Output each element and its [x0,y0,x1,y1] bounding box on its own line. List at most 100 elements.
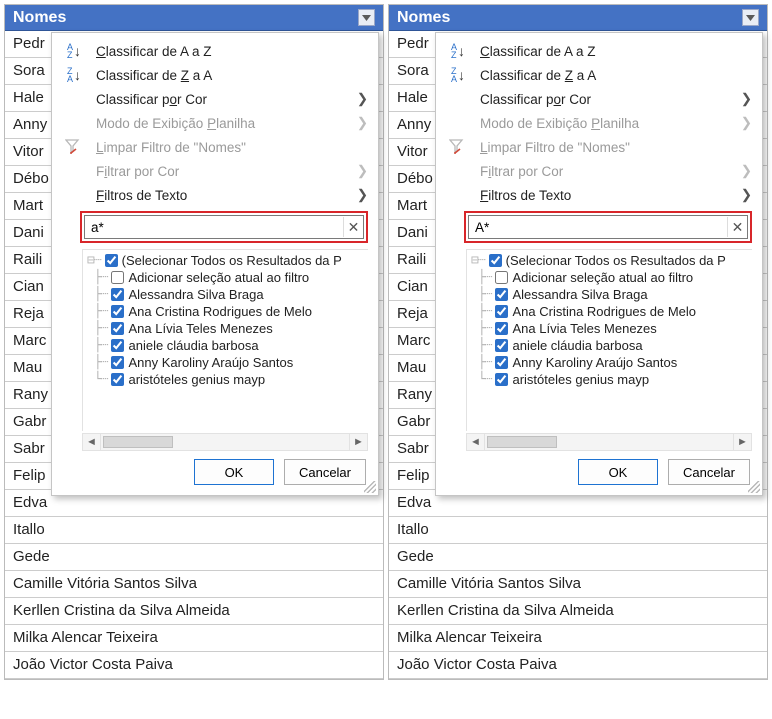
tree-item[interactable]: ├┈ Anny Karoliny Araújo Santos [471,354,752,371]
tree-label: Adicionar seleção atual ao filtro [512,270,693,285]
search-input[interactable] [469,218,727,237]
chevron-right-icon: ❯ [741,115,752,131]
scroll-right-icon[interactable]: ► [733,434,751,450]
resize-grip-icon[interactable] [748,481,760,493]
filter-dropdown-button[interactable] [358,9,375,26]
tree-label: Anny Karoliny Araújo Santos [512,355,677,370]
tree-select-all[interactable]: ⊟┈ (Selecionar Todos os Resultados da P [471,252,752,269]
tree-item[interactable]: └┈ aristóteles genius mayp [471,371,752,388]
scroll-right-icon[interactable]: ► [349,434,367,450]
clear-search-icon[interactable]: ✕ [343,217,363,237]
cell-row[interactable]: Kerllen Cristina da Silva Almeida [389,598,767,625]
view-sheet: Modo de Exibição Planilha❯ [436,111,762,135]
cell-row[interactable]: Kerllen Cristina da Silva Almeida [5,598,383,625]
checkbox[interactable] [111,356,124,369]
cell-row[interactable]: João Victor Costa Paiva [389,652,767,679]
text-filters[interactable]: Filtros de Texto❯ [436,183,762,207]
search-input[interactable] [85,218,343,237]
chevron-right-icon: ❯ [357,163,368,179]
sort-by-color[interactable]: Classificar por Cor❯ [52,87,378,111]
filter-dropdown-button[interactable] [742,9,759,26]
tree-item[interactable]: ├┈ Alessandra Silva Braga [87,286,368,303]
checkbox[interactable] [105,254,118,267]
ok-button[interactable]: OK [578,459,658,485]
column-header[interactable]: Nomes [389,5,767,31]
checkbox[interactable] [495,271,508,284]
checkbox[interactable] [495,305,508,318]
filter-by-color: Filtrar por Cor❯ [52,159,378,183]
cell-row[interactable]: Camille Vitória Santos Silva [5,571,383,598]
checkbox[interactable] [495,339,508,352]
scroll-thumb[interactable] [487,436,557,448]
cell-row[interactable]: João Victor Costa Paiva [5,652,383,679]
chevron-right-icon: ❯ [741,163,752,179]
scroll-left-icon[interactable]: ◄ [83,434,101,450]
tree-label: Alessandra Silva Braga [128,287,263,302]
clear-filter: Limpar Filtro de "Nomes" [52,135,378,159]
search-box: ✕ [84,215,364,239]
tree-item[interactable]: ├┈ Ana Lívia Teles Menezes [471,320,752,337]
cancel-button[interactable]: Cancelar [668,459,750,485]
checkbox[interactable] [495,373,508,386]
column-title: Nomes [397,9,450,27]
sort-z-to-a[interactable]: ZA ↓Classificar de Z a A [436,63,762,87]
cell-row[interactable]: Camille Vitória Santos Silva [389,571,767,598]
cell-row[interactable]: Itallo [389,517,767,544]
cell-row[interactable]: Gede [389,544,767,571]
checkbox[interactable] [111,305,124,318]
tree-item[interactable]: ├┈ Ana Cristina Rodrigues de Melo [87,303,368,320]
checkbox[interactable] [495,322,508,335]
checkbox[interactable] [489,254,502,267]
tree-item[interactable]: ├┈ Anny Karoliny Araújo Santos [87,354,368,371]
horizontal-scrollbar[interactable]: ◄ ► [466,433,752,451]
chevron-right-icon: ❯ [741,91,752,107]
tree-label: Ana Lívia Teles Menezes [512,321,656,336]
cell-row[interactable]: Milka Alencar Teixeira [389,625,767,652]
tree-item[interactable]: └┈ aristóteles genius mayp [87,371,368,388]
cell-rows-bottom: Camille Vitória Santos SilvaKerllen Cris… [389,571,767,679]
checkbox[interactable] [111,322,124,335]
checkbox[interactable] [111,271,124,284]
scroll-left-icon[interactable]: ◄ [467,434,485,450]
sort-z-to-a[interactable]: ZA ↓Classificar de Z a A [52,63,378,87]
tree-item[interactable]: ├┈ Alessandra Silva Braga [471,286,752,303]
ok-button[interactable]: OK [194,459,274,485]
tree-label: (Selecionar Todos os Resultados da P [122,253,342,268]
checkbox[interactable] [111,288,124,301]
text-filters[interactable]: Filtros de Texto❯ [52,183,378,207]
filter-dropdown: AZ ↓Classificar de A a Z ZA ↓Classificar… [51,32,379,496]
sort-by-color[interactable]: Classificar por Cor❯ [436,87,762,111]
search-highlight: ✕ [80,211,368,243]
cell-row[interactable]: Gede [5,544,383,571]
checkbox[interactable] [495,288,508,301]
cancel-button[interactable]: Cancelar [284,459,366,485]
tree-label: Anny Karoliny Araújo Santos [128,355,293,370]
checkbox[interactable] [111,339,124,352]
tree-add-current[interactable]: ├┈ Adicionar seleção atual ao filtro [87,269,368,286]
tree-item[interactable]: ├┈ aniele cláudia barbosa [87,337,368,354]
tree-item[interactable]: ├┈ Ana Lívia Teles Menezes [87,320,368,337]
dialog-buttons: OK Cancelar [52,455,378,487]
view-sheet: Modo de Exibição Planilha❯ [52,111,378,135]
tree-label: Alessandra Silva Braga [512,287,647,302]
sort-a-to-z[interactable]: AZ ↓Classificar de A a Z [436,39,762,63]
checkbox[interactable] [495,356,508,369]
horizontal-scrollbar[interactable]: ◄ ► [82,433,368,451]
cell-row[interactable]: Milka Alencar Teixeira [5,625,383,652]
tree-select-all[interactable]: ⊟┈ (Selecionar Todos os Resultados da P [87,252,368,269]
clear-filter: Limpar Filtro de "Nomes" [436,135,762,159]
tree-item[interactable]: ├┈ Ana Cristina Rodrigues de Melo [471,303,752,320]
cell-row[interactable]: Itallo [5,517,383,544]
tree-label: Ana Cristina Rodrigues de Melo [128,304,312,319]
checkbox[interactable] [111,373,124,386]
clear-search-icon[interactable]: ✕ [727,217,747,237]
resize-grip-icon[interactable] [364,481,376,493]
scroll-thumb[interactable] [103,436,173,448]
tree-label: aristóteles genius mayp [128,372,265,387]
tree-label: Ana Lívia Teles Menezes [128,321,272,336]
sort-a-to-z[interactable]: AZ ↓Classificar de A a Z [52,39,378,63]
column-header[interactable]: Nomes [5,5,383,31]
spreadsheet-panel: Nomes PedrSoraHaleAnnyVitorDéboMartDaniR… [4,4,384,680]
tree-item[interactable]: ├┈ aniele cláudia barbosa [471,337,752,354]
tree-add-current[interactable]: ├┈ Adicionar seleção atual ao filtro [471,269,752,286]
